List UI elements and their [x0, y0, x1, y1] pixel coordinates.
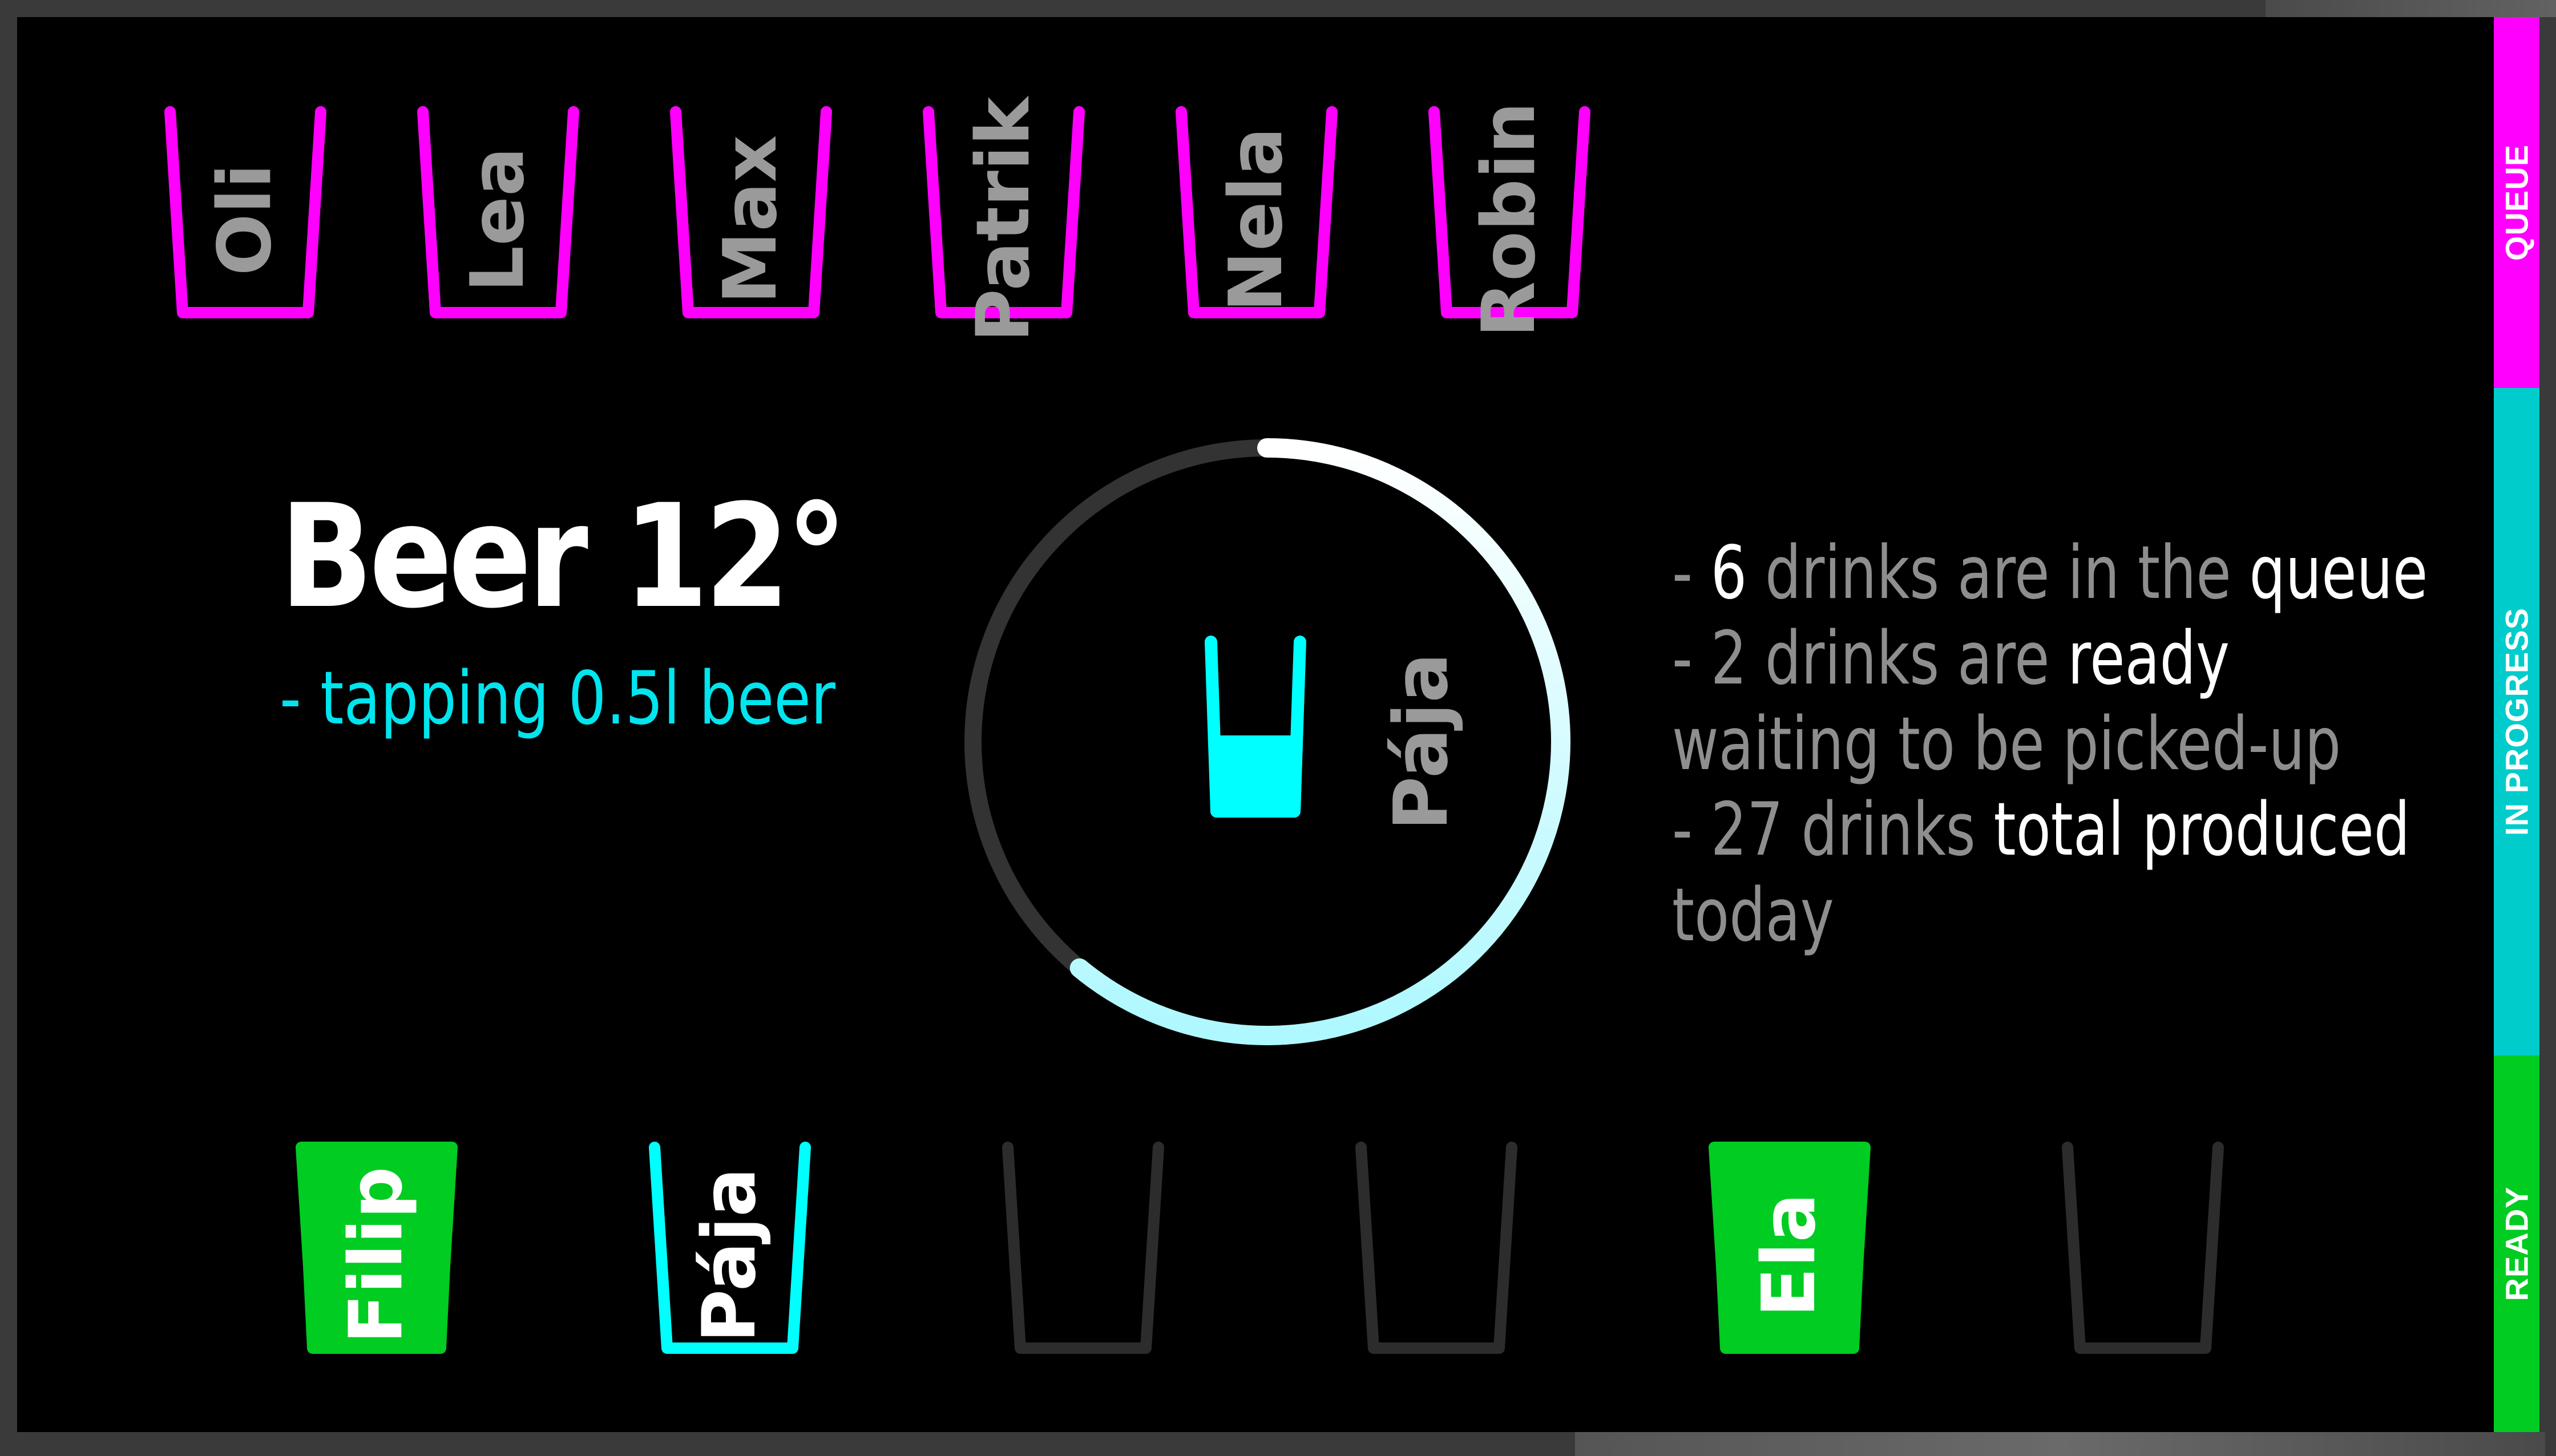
queue-cup: Nela: [1171, 103, 1342, 325]
queue-cup: Max: [665, 103, 837, 325]
ready-cup: Pája: [644, 1138, 815, 1361]
stats-text: - 2 drinks are: [1672, 616, 2068, 701]
bezel-highlight-top: [2266, 0, 2556, 17]
drink-title: Beer 12°: [280, 474, 847, 640]
sidebar-queue: QUEUE: [2494, 17, 2539, 388]
sidebar-in-progress: IN PROGRESS: [2494, 388, 2539, 1055]
sidebar-ready-label: READY: [2498, 1186, 2535, 1301]
ready-cup: Filip: [291, 1138, 462, 1361]
ready-cup: Ela: [1704, 1138, 1875, 1361]
progress-ring-arc: [1069, 438, 1570, 1045]
stats-total-line: - 27 drinks total produced: [1672, 787, 2473, 873]
stats-highlight: ready: [2068, 616, 2230, 701]
bezel-highlight: [1575, 1432, 2545, 1456]
queue-cup: Robin: [1424, 102, 1595, 338]
cup-name-label: Pája: [687, 1167, 772, 1343]
stats-ready-line: - 2 drinks are ready: [1672, 616, 2473, 702]
cup-name-label: Max: [708, 135, 793, 305]
stats-queue-count: 6: [1710, 531, 1747, 616]
current-person-name: Pája: [1378, 653, 1464, 831]
stats-waiting-line: waiting to be picked-up: [1672, 702, 2341, 787]
stats-text: -: [1672, 531, 1711, 616]
stats-panel: - 6 drinks are in the queue - 2 drinks a…: [1672, 531, 2473, 958]
ready-cup: [2057, 1138, 2228, 1361]
progress-ring: Pája: [953, 428, 1581, 1055]
sidebar-in-progress-label: IN PROGRESS: [2498, 608, 2535, 836]
cup-name-label: Filip: [334, 1166, 419, 1344]
ready-cup: [1351, 1138, 1522, 1361]
cup-icon: [1002, 1142, 1164, 1354]
queue-cup: Patrik: [918, 97, 1089, 342]
stats-today-line: today: [1672, 873, 1834, 958]
queue-cup: Lea: [413, 103, 584, 325]
stats-queue-line: - 6 drinks are in the queue: [1672, 531, 2473, 616]
progress-ring-svg: [964, 438, 1570, 1045]
ready-cup: [998, 1138, 1169, 1361]
current-cup-icon: [1205, 636, 1306, 818]
cup-name-label: Nela: [1214, 127, 1299, 313]
cup-name-label: Oli: [203, 163, 288, 276]
sidebar-ready: READY: [2494, 1055, 2539, 1432]
drink-subtitle: - tapping 0.5l beer: [280, 656, 836, 741]
cup-name-label: Lea: [455, 147, 540, 293]
stats-highlight: total produced: [1993, 787, 2410, 872]
tap-display-screen: Oli Lea Max Patrik Nela Robin Beer 12° - tapp…: [17, 17, 2539, 1432]
cup-icon: [2062, 1142, 2224, 1354]
stats-text: drinks are in the: [1747, 531, 2250, 616]
stats-highlight: queue: [2249, 531, 2428, 616]
queue-cup: Oli: [160, 103, 331, 325]
cup-name-label: Robin: [1467, 102, 1552, 338]
cup-icon: [1355, 1142, 1517, 1354]
stats-text: - 27 drinks: [1672, 787, 1994, 872]
cup-name-label: Patrik: [961, 96, 1046, 343]
sidebar-queue-label: QUEUE: [2498, 144, 2535, 261]
cup-name-label: Ela: [1747, 1193, 1832, 1317]
